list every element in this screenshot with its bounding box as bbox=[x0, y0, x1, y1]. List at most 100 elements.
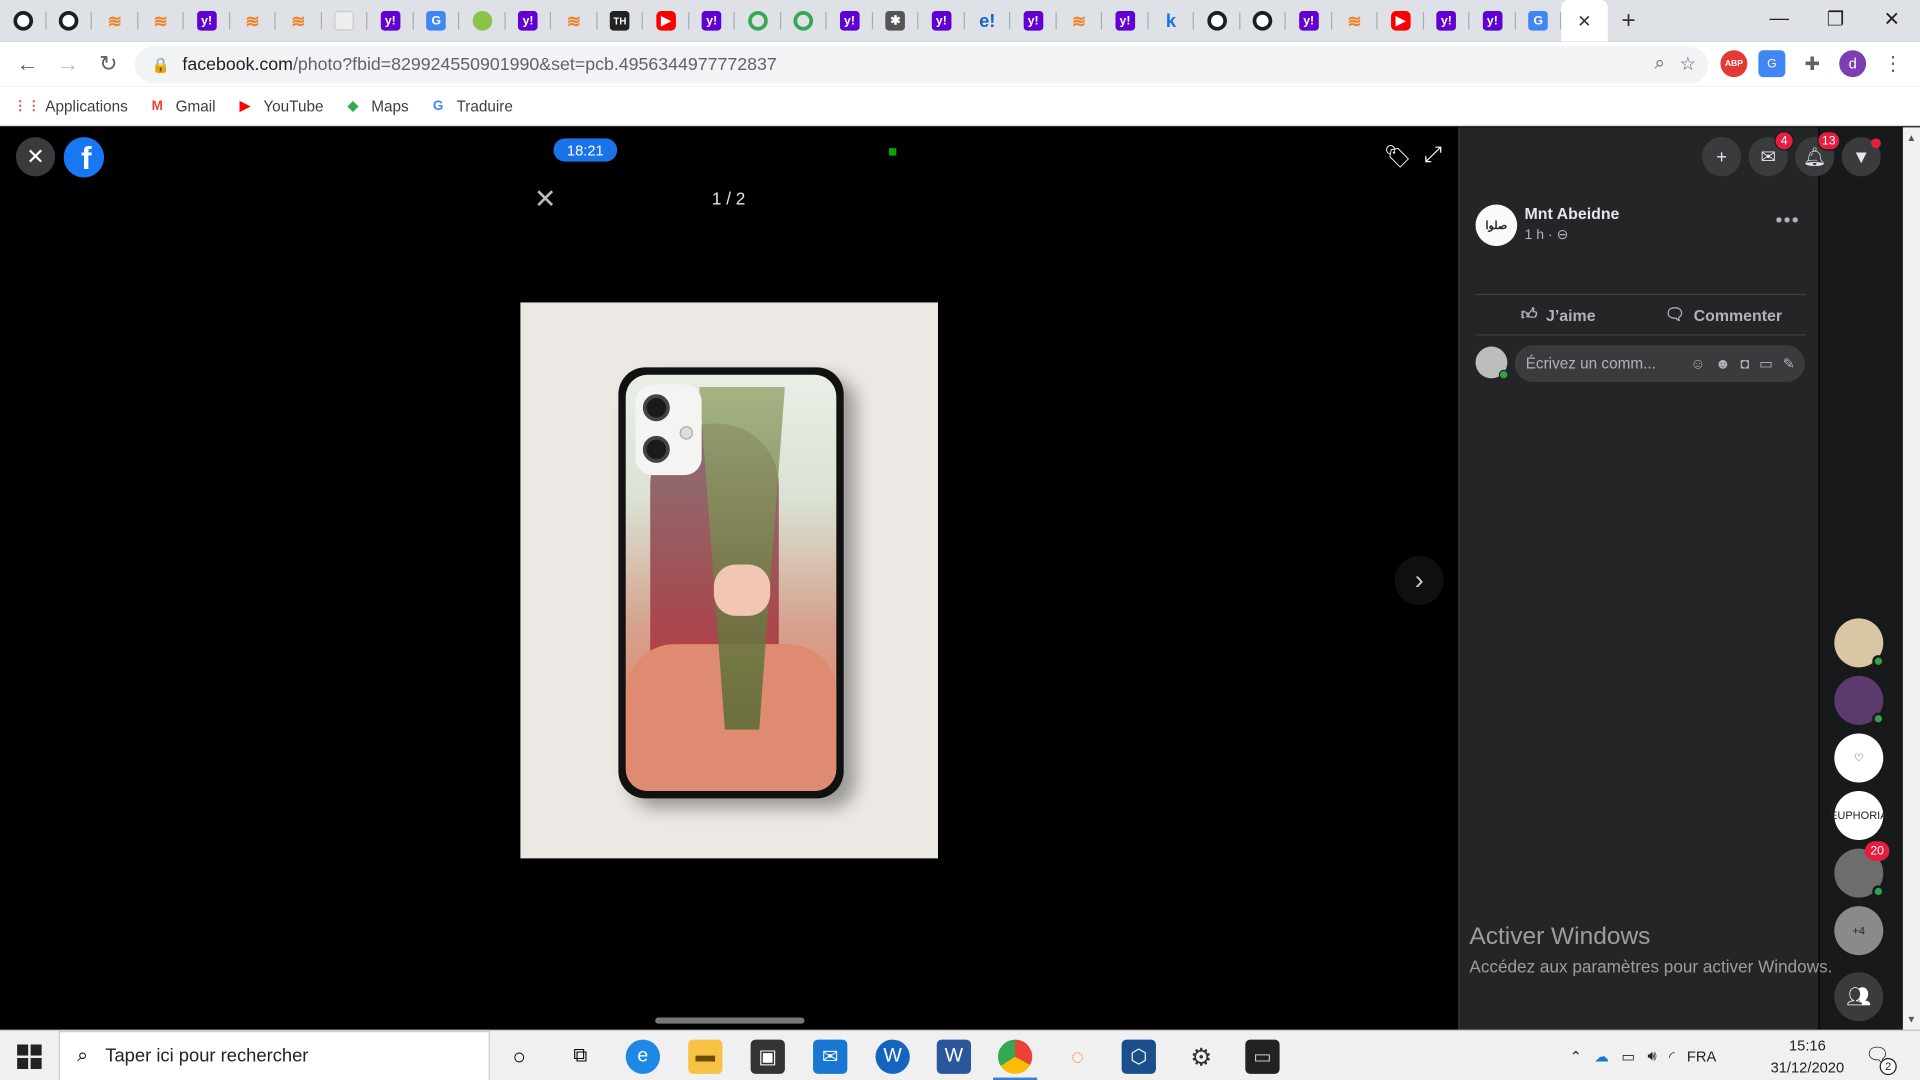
group-chat-button[interactable]: 👥︎ bbox=[1834, 972, 1884, 1022]
camera-icon[interactable]: ◘ bbox=[1740, 355, 1749, 372]
cortana-icon[interactable]: ○ bbox=[502, 1040, 536, 1074]
browser-tab[interactable]: e! bbox=[964, 0, 1010, 42]
profile-avatar[interactable]: d bbox=[1839, 50, 1867, 78]
close-viewer-button[interactable]: ✕ bbox=[15, 137, 56, 177]
browser-tab[interactable] bbox=[0, 0, 46, 42]
chevron-up-icon[interactable]: ⌃ bbox=[1570, 1048, 1582, 1065]
active-tab[interactable]: ✕ bbox=[1561, 0, 1608, 42]
bookmark-youtube[interactable]: ▶ YouTube bbox=[235, 96, 324, 116]
browser-tab[interactable]: y! bbox=[689, 0, 735, 42]
browser-tab[interactable]: y! bbox=[1010, 0, 1056, 42]
like-button[interactable]: 👍︎ J’aime bbox=[1476, 295, 1641, 334]
browser-tab[interactable]: y! bbox=[1286, 0, 1332, 42]
zoom-icon[interactable]: ⌕ bbox=[1654, 53, 1664, 75]
bookmark-maps[interactable]: ◆ Maps bbox=[343, 96, 409, 116]
browser-tab[interactable] bbox=[321, 0, 367, 42]
clock[interactable]: 15:16 31/12/2020 bbox=[1767, 1035, 1848, 1079]
comment-input[interactable]: Écrivez un comm... ☺ ☻ ◘ ▭ ✎ bbox=[1514, 345, 1805, 383]
browser-tab[interactable]: ✱ bbox=[872, 0, 918, 42]
minimize-button[interactable]: — bbox=[1751, 0, 1807, 39]
messenger-button[interactable]: ✉ 4 bbox=[1748, 131, 1794, 177]
browser-tab[interactable] bbox=[459, 0, 505, 42]
account-menu-button[interactable]: ▼ bbox=[1841, 137, 1881, 177]
back-button[interactable]: ← bbox=[7, 44, 47, 84]
adblock-icon[interactable]: ABP bbox=[1720, 50, 1748, 78]
edge-icon[interactable]: e bbox=[625, 1039, 661, 1074]
bookmark-applications[interactable]: ⋮⋮ Applications bbox=[13, 96, 128, 116]
app-icon[interactable]: W bbox=[875, 1039, 910, 1074]
browser-tab[interactable]: ▶ bbox=[643, 0, 689, 42]
browser-tab[interactable]: ≋ bbox=[1056, 0, 1102, 42]
browser-tab[interactable]: ▶ bbox=[1378, 0, 1424, 42]
contact-avatar[interactable]: EUPHORIA bbox=[1830, 791, 1888, 841]
onedrive-icon[interactable]: ☁ bbox=[1594, 1048, 1609, 1065]
menu-icon[interactable]: ⋮ bbox=[1880, 50, 1907, 77]
browser-tab[interactable]: y! bbox=[1469, 0, 1515, 42]
action-center-icon[interactable]: 🗨︎ 2 bbox=[1865, 1043, 1897, 1076]
comment-button[interactable]: 🗨︎ Commenter bbox=[1641, 295, 1806, 334]
bookmark-gmail[interactable]: M Gmail bbox=[147, 96, 216, 116]
battery-icon[interactable]: ▭ bbox=[1621, 1048, 1635, 1065]
new-tab-button[interactable]: + bbox=[1608, 0, 1650, 42]
settings-icon[interactable]: ⚙ bbox=[1184, 1040, 1218, 1074]
contact-avatar[interactable]: +4 bbox=[1834, 906, 1884, 956]
browser-tab[interactable] bbox=[735, 0, 781, 42]
photo[interactable] bbox=[520, 302, 938, 859]
browser-tab[interactable]: k bbox=[1148, 0, 1194, 42]
poster-name[interactable]: Mnt Abeidne bbox=[1525, 204, 1620, 222]
next-photo-button[interactable]: › bbox=[1394, 555, 1444, 605]
close-window-button[interactable]: ✕ bbox=[1864, 0, 1920, 39]
browser-tab[interactable]: ≋ bbox=[138, 0, 184, 42]
word-icon[interactable]: W bbox=[936, 1039, 972, 1074]
browser-tab[interactable] bbox=[781, 0, 827, 42]
task-view-icon[interactable]: ⧉ bbox=[563, 1040, 597, 1074]
language-indicator[interactable]: FRA bbox=[1687, 1048, 1716, 1065]
avatar[interactable]: صلوا bbox=[1475, 204, 1518, 247]
tag-icon[interactable]: 🏷 bbox=[1384, 144, 1412, 170]
browser-tab[interactable]: y! bbox=[1102, 0, 1148, 42]
browser-tab[interactable]: ≋ bbox=[1332, 0, 1378, 42]
sticker-icon[interactable]: ✎ bbox=[1783, 355, 1795, 372]
browser-tab[interactable] bbox=[1240, 0, 1286, 42]
browser-tab[interactable]: y! bbox=[505, 0, 551, 42]
browser-tab[interactable]: y! bbox=[1423, 0, 1469, 42]
address-bar[interactable]: 🔒 facebook.com/photo?fbid=82992455090199… bbox=[134, 46, 1709, 84]
browser-tab[interactable]: G bbox=[1515, 0, 1561, 42]
restore-button[interactable]: ❐ bbox=[1807, 0, 1863, 39]
terminal-icon[interactable]: ▭ bbox=[1245, 1039, 1280, 1074]
expand-icon[interactable]: ⤢ bbox=[1424, 142, 1442, 168]
bookmark-traduire[interactable]: G Traduire bbox=[428, 96, 513, 116]
jupyter-icon[interactable]: ◌ bbox=[1060, 1040, 1094, 1074]
volume-icon[interactable]: 🔊︎ bbox=[1647, 1047, 1656, 1065]
contact-avatar[interactable]: 20 bbox=[1834, 841, 1890, 898]
file-explorer-icon[interactable]: ▬ bbox=[688, 1039, 723, 1074]
gif-icon[interactable]: ▭ bbox=[1759, 355, 1773, 372]
browser-tab[interactable]: y! bbox=[918, 0, 964, 42]
reload-button[interactable]: ↻ bbox=[88, 44, 128, 84]
browser-tab[interactable] bbox=[46, 0, 92, 42]
browser-tab[interactable]: TH bbox=[597, 0, 643, 42]
star-icon[interactable]: ☆ bbox=[1679, 53, 1695, 75]
more-options-icon[interactable]: ••• bbox=[1776, 211, 1800, 233]
notifications-button[interactable]: 🔔︎ 13 bbox=[1795, 131, 1841, 177]
taskbar-search[interactable]: ⌕ Taper ici pour rechercher bbox=[58, 1031, 490, 1080]
google-translate-ext-icon[interactable]: G bbox=[1758, 50, 1786, 78]
browser-tab[interactable]: ≋ bbox=[551, 0, 597, 42]
browser-tab[interactable]: ≋ bbox=[230, 0, 276, 42]
emoji-icon[interactable]: ☻ bbox=[1715, 355, 1730, 372]
mail-icon[interactable]: ✉ bbox=[813, 1039, 848, 1074]
contact-avatar[interactable] bbox=[1834, 675, 1885, 725]
browser-tab[interactable] bbox=[1194, 0, 1240, 42]
chrome-icon[interactable] bbox=[997, 1039, 1033, 1074]
browser-tab[interactable]: ≋ bbox=[276, 0, 322, 42]
contact-avatar[interactable] bbox=[1834, 618, 1885, 668]
start-button[interactable] bbox=[17, 1044, 42, 1069]
browser-tab[interactable]: y! bbox=[827, 0, 873, 42]
extensions-icon[interactable]: ✚ bbox=[1799, 50, 1826, 77]
create-button[interactable]: + bbox=[1702, 137, 1742, 177]
wifi-icon[interactable]: ◜ bbox=[1669, 1048, 1675, 1065]
virtualbox-icon[interactable]: ⬡ bbox=[1121, 1039, 1156, 1074]
contact-avatar[interactable]: ♡ bbox=[1834, 733, 1884, 783]
close-tab-icon[interactable]: ✕ bbox=[1577, 10, 1591, 31]
browser-tab[interactable]: y! bbox=[184, 0, 230, 42]
